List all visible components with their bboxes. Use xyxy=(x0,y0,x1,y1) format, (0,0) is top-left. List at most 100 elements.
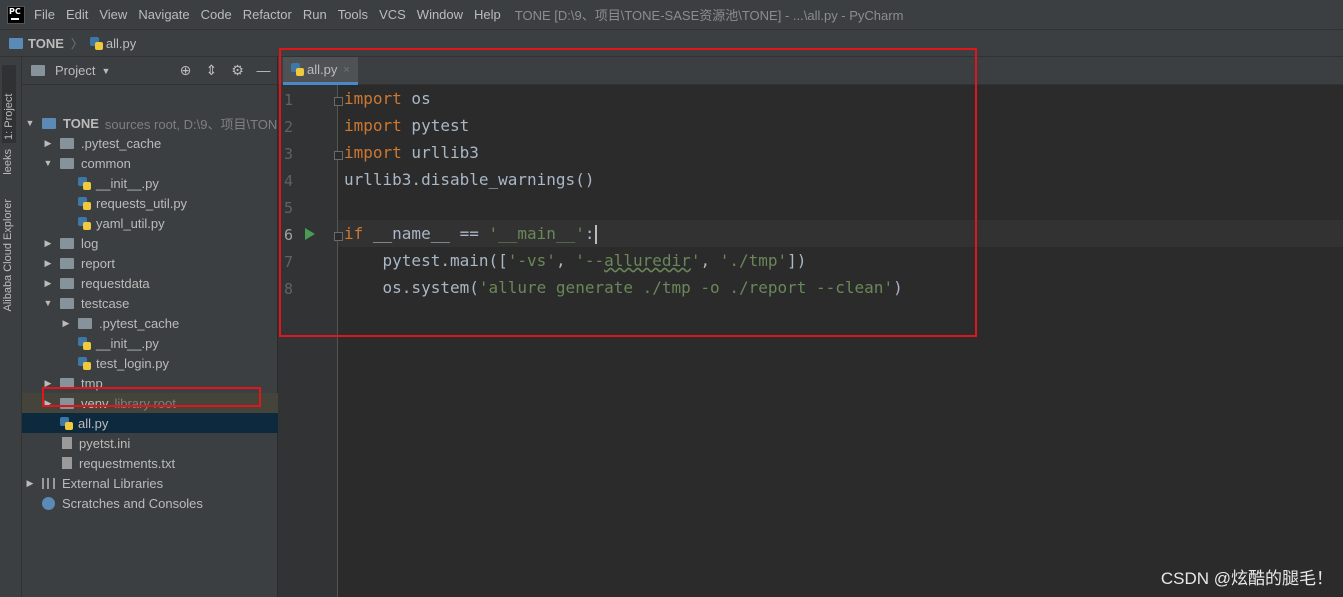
tree-item[interactable]: ▶ .pytest_cache xyxy=(22,313,278,333)
tree-item[interactable]: pyetst.ini xyxy=(22,433,278,453)
text-caret xyxy=(595,225,598,244)
tool-tab-project[interactable]: 1: Project xyxy=(2,65,16,143)
chevron-right-icon[interactable]: ▶ xyxy=(25,478,35,489)
run-icon[interactable] xyxy=(305,228,315,240)
code-line-4: urllib3.disable_warnings() xyxy=(344,170,595,189)
breadcrumb-file[interactable]: all.py xyxy=(89,36,136,51)
close-icon[interactable]: × xyxy=(343,64,349,76)
tree-item[interactable]: ▶ log xyxy=(22,233,278,253)
chevron-down-icon[interactable]: ▼ xyxy=(25,118,35,128)
tree-item[interactable]: test_login.py xyxy=(22,353,278,373)
menu-tools[interactable]: Tools xyxy=(338,7,368,22)
menu-edit[interactable]: Edit xyxy=(66,7,88,22)
line-number: 7 xyxy=(284,253,294,271)
project-panel: Project ▼ ⊕ ⇕ ⚙ — ▼ TONE sources root, D:\… xyxy=(22,57,278,597)
tree-item[interactable]: ▶ tmp xyxy=(22,373,278,393)
gear-icon[interactable]: ⚙ xyxy=(230,63,245,78)
chevron-down-icon[interactable]: ▼ xyxy=(43,158,53,168)
tree-item[interactable]: ▶ External Libraries xyxy=(22,473,278,493)
python-file-icon xyxy=(78,176,91,190)
fold-icon[interactable] xyxy=(334,151,343,160)
tool-tab-leeks[interactable]: leeks xyxy=(2,149,14,175)
tree-item-label: .pytest_cache xyxy=(99,315,180,331)
breadcrumb: TONE 〉 all.py xyxy=(0,29,1343,57)
tree-item-label: requestments.txt xyxy=(79,455,176,471)
tree-item-label: venv xyxy=(81,395,109,411)
python-file-icon xyxy=(60,416,73,430)
tree-item-label: requests_util.py xyxy=(96,195,188,211)
tree-item[interactable]: ▶ .pytest_cache xyxy=(22,133,278,153)
code-line-3: import urllib3 xyxy=(344,143,479,162)
editor-tab[interactable]: all.py × xyxy=(283,57,358,85)
folder-icon xyxy=(60,137,74,149)
python-file-icon xyxy=(78,336,91,350)
tree-item[interactable]: ▼ TONE sources root, D:\9、项目\TON xyxy=(22,113,278,133)
tree-item-hint: sources root, D:\9、项目\TON xyxy=(104,116,278,132)
tree-item[interactable]: __init__.py xyxy=(22,333,278,353)
project-view-selector[interactable]: Project xyxy=(55,63,95,78)
collapse-icon[interactable]: ⇕ xyxy=(204,63,219,78)
tool-tab-alibaba-cloud[interactable]: Alibaba Cloud Explorer xyxy=(2,199,14,312)
minimize-icon[interactable]: — xyxy=(256,63,271,78)
menu-help[interactable]: Help xyxy=(474,7,501,22)
tree-item-hint: library root xyxy=(114,395,176,411)
menu-view[interactable]: View xyxy=(99,7,127,22)
chevron-right-icon[interactable]: ▶ xyxy=(43,258,53,269)
tree-item-label: all.py xyxy=(78,415,109,431)
code-line-7: pytest.main(['-vs', '--alluredir', './tm… xyxy=(344,251,807,270)
editor-gutter: 1 2 3 4 5 6 7 8 xyxy=(278,85,343,597)
scratches-icon xyxy=(42,496,55,510)
tree-item[interactable]: ▶ report xyxy=(22,253,278,273)
menu-window[interactable]: Window xyxy=(417,7,463,22)
code-editor[interactable]: all.py × 1 2 3 4 5 6 7 8 import os impor… xyxy=(278,57,1343,597)
tree-item[interactable]: ▼ testcase xyxy=(22,293,278,313)
menu-code[interactable]: Code xyxy=(201,7,232,22)
folder-icon xyxy=(60,377,74,389)
text-file-icon xyxy=(62,437,72,449)
chevron-right-icon[interactable]: ▶ xyxy=(43,378,53,389)
chevron-right-icon[interactable]: ▶ xyxy=(43,238,53,249)
tree-item-label: testcase xyxy=(81,295,130,311)
pycharm-logo-icon: PC xyxy=(7,5,25,24)
menu-navigate[interactable]: Navigate xyxy=(138,7,189,22)
tree-item[interactable]: requestments.txt xyxy=(22,453,278,473)
tree-item[interactable]: ▶ venv library root xyxy=(22,393,278,413)
folder-icon xyxy=(60,277,74,289)
menu-refactor[interactable]: Refactor xyxy=(243,7,292,22)
chevron-right-icon[interactable]: ▶ xyxy=(43,138,53,149)
menu-file[interactable]: File xyxy=(34,7,55,22)
folder-icon xyxy=(60,297,74,309)
chevron-right-icon[interactable]: ▶ xyxy=(43,278,53,289)
tree-item[interactable]: ▶ requestdata xyxy=(22,273,278,293)
fold-icon[interactable] xyxy=(334,97,343,106)
tree-item[interactable]: __init__.py xyxy=(22,173,278,193)
code-line-1: import os xyxy=(344,89,431,108)
tree-item[interactable]: Scratches and Consoles xyxy=(22,493,278,513)
chevron-right-icon[interactable]: ▶ xyxy=(61,318,71,329)
python-file-icon xyxy=(291,63,304,76)
locate-icon[interactable]: ⊕ xyxy=(178,63,193,78)
menu-run[interactable]: Run xyxy=(303,7,327,22)
tree-item[interactable]: ▼ common xyxy=(22,153,278,173)
chevron-right-icon[interactable]: ▶ xyxy=(43,398,53,409)
line-number: 2 xyxy=(284,118,294,136)
tree-item[interactable]: yaml_util.py xyxy=(22,213,278,233)
tree-item[interactable]: all.py xyxy=(22,413,278,433)
window-title: TONE [D:\9、项目\TONE-SASE资源池\TONE] - ...\a… xyxy=(514,8,904,23)
tree-item-label: tmp xyxy=(81,375,103,391)
tree-item-label: __init__.py xyxy=(96,175,159,191)
fold-icon[interactable] xyxy=(334,232,343,241)
breadcrumb-project[interactable]: TONE xyxy=(9,36,64,51)
tree-item[interactable]: requests_util.py xyxy=(22,193,278,213)
project-panel-header: Project ▼ ⊕ ⇕ ⚙ — xyxy=(22,57,277,85)
breadcrumb-separator: 〉 xyxy=(70,36,83,51)
tree-item-label: test_login.py xyxy=(96,355,169,371)
chevron-down-icon[interactable]: ▼ xyxy=(101,66,110,76)
folder-icon xyxy=(78,317,92,329)
line-number: 4 xyxy=(284,172,294,190)
text-file-icon xyxy=(62,457,72,469)
chevron-down-icon[interactable]: ▼ xyxy=(43,298,53,308)
code-line-6: if __name__ == '__main__': xyxy=(344,224,598,244)
menu-vcs[interactable]: VCS xyxy=(379,7,406,22)
tree-item-label: requestdata xyxy=(81,275,150,291)
